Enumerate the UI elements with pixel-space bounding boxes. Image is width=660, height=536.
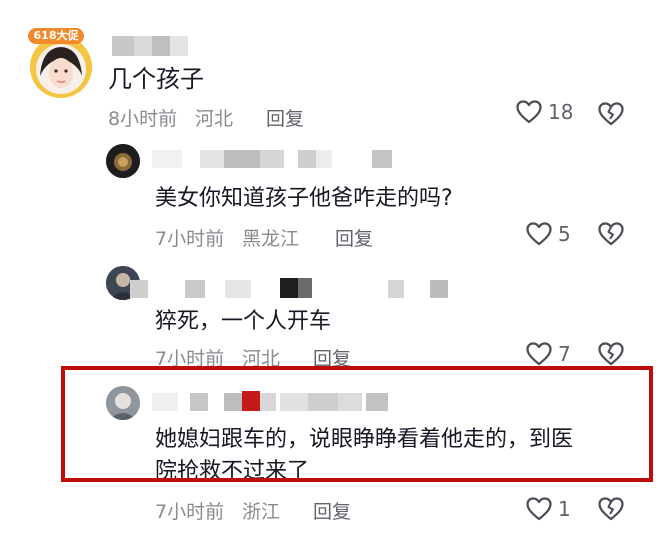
comment-location: 黑龙江 <box>242 228 300 250</box>
broken-heart-icon <box>598 222 624 246</box>
reply-button[interactable]: 回复 <box>266 104 304 131</box>
heart-icon <box>526 497 552 521</box>
reply-button[interactable]: 回复 <box>313 497 351 524</box>
username-mosaic <box>112 36 188 56</box>
like-count: 5 <box>558 222 571 246</box>
username-mosaic <box>130 278 450 298</box>
username-mosaic <box>152 391 392 411</box>
like-button[interactable]: 18 <box>516 100 573 124</box>
broken-heart-icon <box>598 342 624 366</box>
avatar[interactable] <box>106 144 140 178</box>
comment-time: 8小时前 <box>108 108 178 130</box>
comment-location: 浙江 <box>242 501 281 523</box>
avatar[interactable] <box>30 36 92 98</box>
comment-text: 几个孩子 <box>108 65 204 93</box>
heart-icon <box>516 100 542 124</box>
like-button[interactable]: 1 <box>526 497 571 521</box>
broken-heart-icon <box>598 102 624 126</box>
like-button[interactable]: 5 <box>526 222 571 246</box>
like-count: 7 <box>558 342 571 366</box>
user-avatar-image <box>106 144 140 178</box>
reply-button[interactable]: 回复 <box>335 224 373 251</box>
user-avatar-image <box>106 386 140 420</box>
like-count: 1 <box>558 497 571 521</box>
comment-location: 河北 <box>242 348 281 370</box>
user-avatar-image <box>30 36 92 98</box>
comment-text-line-1: 她媳妇跟车的，说眼睁睁看着他走的，到医 <box>155 427 574 452</box>
comment-time: 7小时前 <box>155 501 225 523</box>
dislike-button[interactable] <box>598 102 624 130</box>
dislike-button[interactable] <box>598 222 624 250</box>
broken-heart-icon <box>598 497 624 521</box>
dislike-button[interactable] <box>598 497 624 525</box>
dislike-button[interactable] <box>598 342 624 370</box>
comment-text: 猝死，一个人开车 <box>155 309 332 334</box>
comment-time: 7小时前 <box>155 228 225 250</box>
comment-text-line-2: 院抢救不过来了 <box>155 459 310 484</box>
like-button[interactable]: 7 <box>526 342 571 366</box>
comment-location: 河北 <box>195 108 234 130</box>
avatar[interactable] <box>106 386 140 420</box>
avatar-badge: 618大促 <box>28 28 84 44</box>
comment-text: 美女你知道孩子他爸咋走的吗? <box>155 186 453 211</box>
heart-icon <box>526 222 552 246</box>
reply-button[interactable]: 回复 <box>313 344 351 371</box>
username-mosaic <box>152 150 392 168</box>
like-count: 18 <box>548 100 574 124</box>
heart-icon <box>526 342 552 366</box>
comment-time: 7小时前 <box>155 348 225 370</box>
